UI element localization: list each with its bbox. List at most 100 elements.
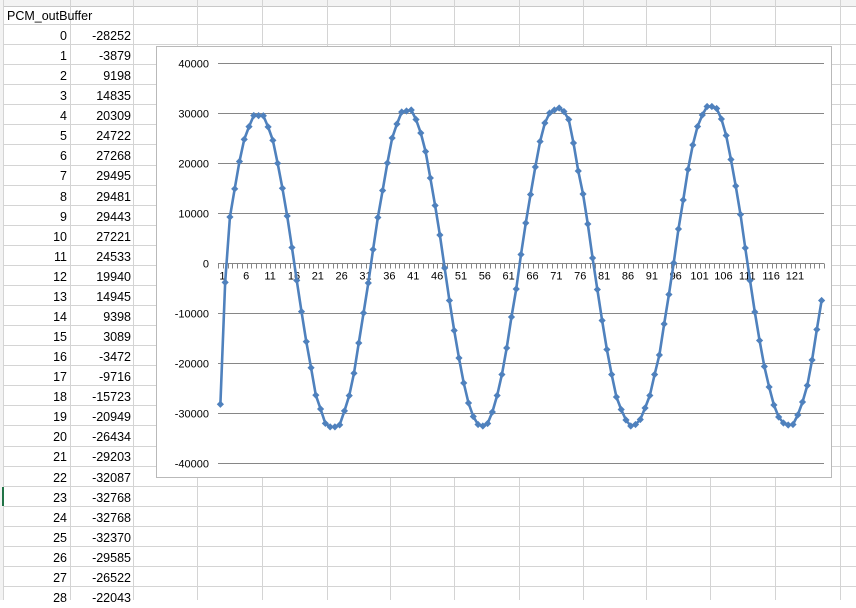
index-cell[interactable]: 6 [4,146,67,166]
value-cell[interactable]: 14945 [70,287,131,307]
data-point[interactable] [598,316,606,325]
value-cell[interactable]: 20309 [70,106,131,126]
data-point[interactable] [269,136,277,144]
data-point[interactable] [436,231,444,239]
data-point[interactable] [684,165,692,174]
index-cell[interactable]: 21 [4,447,67,467]
data-point[interactable] [755,336,764,345]
data-point[interactable] [517,250,525,259]
data-point[interactable] [732,182,740,190]
value-cell[interactable]: -20949 [70,407,131,427]
index-cell[interactable]: 12 [4,267,67,287]
data-point[interactable] [379,186,387,195]
data-point[interactable] [655,351,663,359]
data-point[interactable] [393,120,401,128]
value-cell[interactable]: -28252 [70,26,131,46]
value-cell[interactable]: -32768 [70,508,131,528]
value-cell[interactable]: 27268 [70,146,131,166]
data-point[interactable] [660,320,668,328]
data-point[interactable] [488,408,496,416]
data-point[interactable] [526,190,535,199]
index-cell[interactable]: 3 [4,86,67,106]
value-cell[interactable]: 29495 [70,166,131,186]
index-cell[interactable]: 16 [4,347,67,367]
data-point[interactable] [512,285,520,293]
data-point[interactable] [722,131,730,140]
data-point[interactable] [274,159,282,167]
data-point[interactable] [574,167,582,175]
data-point[interactable] [288,243,296,252]
data-point[interactable] [355,339,363,347]
index-cell[interactable]: 24 [4,508,67,528]
data-point[interactable] [240,135,248,143]
data-point[interactable] [674,225,683,233]
data-point[interactable] [727,155,735,164]
index-cell[interactable]: 17 [4,367,67,387]
index-cell[interactable]: 25 [4,528,67,548]
value-cell[interactable]: 19940 [70,267,131,287]
index-cell[interactable]: 4 [4,106,67,126]
data-point[interactable] [369,245,377,254]
index-cell[interactable]: 13 [4,287,67,307]
data-point[interactable] [307,364,315,372]
data-point[interactable] [345,392,353,400]
value-cell[interactable]: -29585 [70,548,131,568]
data-point[interactable] [522,219,530,227]
value-cell[interactable]: -32370 [70,528,131,548]
value-cell[interactable]: -9716 [70,367,131,387]
index-cell[interactable]: 20 [4,427,67,447]
value-cell[interactable]: -29203 [70,447,131,467]
column-header-cell[interactable]: PCM_outBuffer [7,6,92,26]
value-cell[interactable]: -15723 [70,387,131,407]
data-point[interactable] [651,370,659,379]
data-point[interactable] [350,369,358,377]
data-point[interactable] [493,391,501,400]
data-point[interactable] [608,370,616,379]
data-point[interactable] [464,399,473,407]
data-point[interactable] [603,345,611,354]
data-point[interactable] [689,141,697,149]
index-cell[interactable]: 5 [4,126,67,146]
index-cell[interactable]: 2 [4,66,67,86]
data-point[interactable] [679,196,687,204]
data-point[interactable] [693,122,702,131]
data-point[interactable] [798,398,807,406]
data-point[interactable] [593,285,601,294]
value-cell[interactable]: 24722 [70,126,131,146]
data-point[interactable] [231,185,239,193]
value-cell[interactable]: 24533 [70,247,131,267]
data-point[interactable] [646,391,654,400]
index-cell[interactable]: 15 [4,327,67,347]
data-point[interactable] [226,213,234,221]
data-point[interactable] [245,123,253,131]
data-point[interactable] [665,290,673,299]
value-cell[interactable]: 9198 [70,66,131,86]
index-cell[interactable]: 1 [4,46,67,66]
value-cell[interactable]: -32087 [70,468,131,488]
data-point[interactable] [264,123,272,131]
data-point[interactable] [302,338,310,346]
index-cell[interactable]: 28 [4,588,67,608]
index-cell[interactable]: 7 [4,166,67,186]
data-point[interactable] [498,370,506,379]
value-cell[interactable]: 27221 [70,227,131,247]
value-cell[interactable]: -26522 [70,568,131,588]
data-point[interactable] [808,356,816,364]
data-point[interactable] [359,309,368,317]
data-point[interactable] [765,383,773,391]
index-cell[interactable]: 10 [4,227,67,247]
data-point[interactable] [417,129,425,137]
data-point[interactable] [770,401,778,409]
index-cell[interactable]: 19 [4,407,67,427]
line-chart[interactable]: 40000 30000 20000 10000 0 -10000 -20000 -30000 -… [156,46,832,478]
value-cell[interactable]: 29481 [70,187,131,207]
index-cell[interactable]: 0 [4,26,67,46]
data-point[interactable] [421,147,430,156]
data-point[interactable] [813,325,821,334]
data-point[interactable] [612,393,621,401]
index-cell[interactable]: 11 [4,247,67,267]
index-cell[interactable]: 9 [4,207,67,227]
data-point[interactable] [297,307,306,316]
value-cell[interactable]: 3089 [70,327,131,347]
value-cell[interactable]: 9398 [70,307,131,327]
